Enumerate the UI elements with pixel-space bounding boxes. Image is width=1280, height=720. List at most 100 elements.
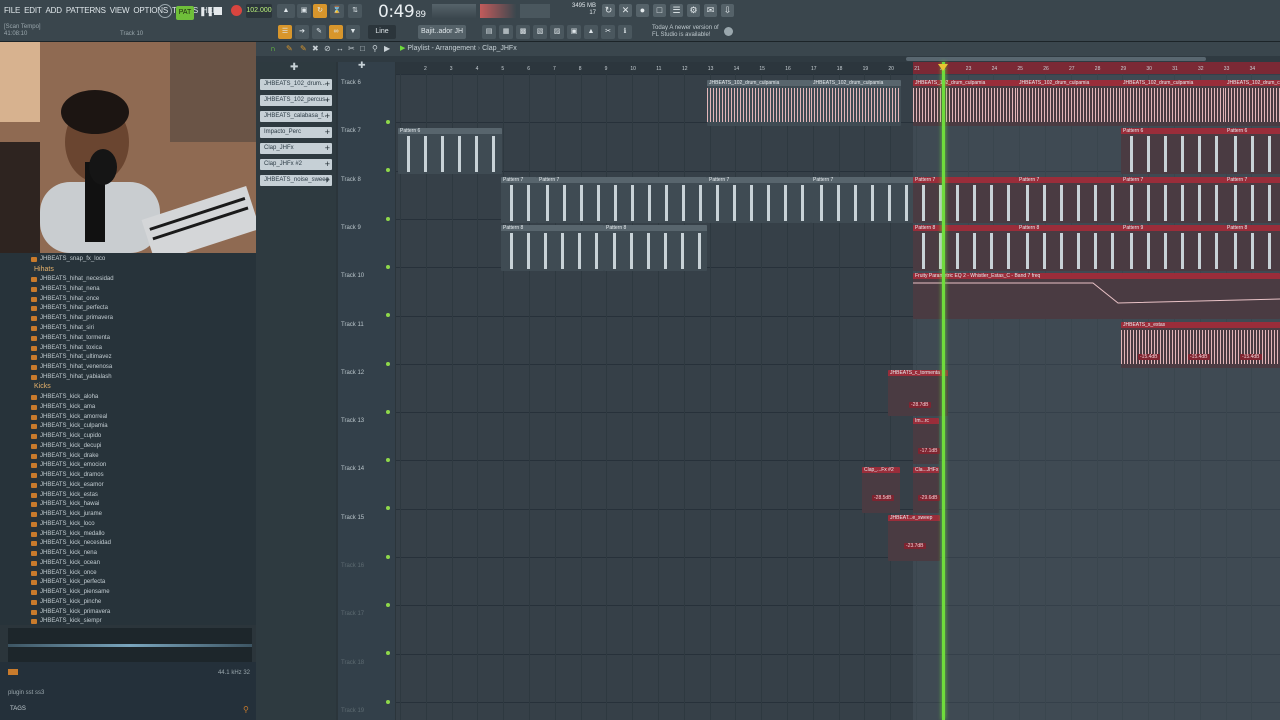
pattern-song-toggle[interactable]: PAT [176,6,194,20]
menu-edit[interactable]: EDIT [24,6,42,15]
channel-button[interactable]: JHBEATS_calabasa_f.. + [260,111,332,122]
channel-add-icon[interactable]: + [325,159,330,170]
playback-tool-icon[interactable]: ▶ [384,44,390,53]
microphone-icon[interactable]: ● [636,4,649,17]
browser-item-kick[interactable]: JHBEATS_kick_medallo [31,531,105,537]
channel-add-icon[interactable]: + [325,127,330,138]
playhead-marker-icon[interactable] [938,64,948,71]
zoom-tool-icon[interactable]: ⚲ [372,44,378,53]
playlist-clip[interactable]: Pattern 7 [501,177,537,223]
browser-item-hihat[interactable]: JHBEATS_hihat_perfecta [31,305,108,312]
master-pitch-slider[interactable] [520,4,550,18]
browser-item-kick[interactable]: JHBEATS_kick_hawai [30,501,99,508]
browser-item-kick[interactable]: JHBEATS_kick_decupi [30,443,101,449]
playlist-clip[interactable]: Pattern 7 [811,177,915,223]
playlist-clip[interactable]: JHBEATS_102_drum_culpamia [707,80,811,126]
browser-item-hihat[interactable]: JHBEATS_hihat_venenosa [30,364,112,371]
browser-item-snap[interactable]: JHBEATS_snap_fx_loco [30,256,105,262]
menu-patterns[interactable]: PATTERNS [66,6,106,15]
browser-item-kick[interactable]: JHBEATS_kick_estas [31,492,98,498]
track-label[interactable]: Track 13 [341,418,364,424]
track-label[interactable]: Track 10 [341,273,364,279]
playlist-clip[interactable]: Pattern 7 [1121,177,1225,223]
playlist-icon[interactable]: ▧ [533,25,547,39]
piano-roll-icon[interactable]: ▦ [499,25,513,39]
pattern-selector[interactable]: Bajit..ador JH [418,25,466,39]
track-label[interactable]: Track 9 [341,225,361,231]
track-mute-led-icon[interactable] [386,216,390,221]
track-mute-led-icon[interactable] [386,651,390,656]
slice-tool-icon[interactable]: ✂ [348,44,355,53]
track-label[interactable]: Track 6 [341,80,361,86]
browser-item-kick[interactable]: JHBEATS_kick_pinche [30,599,101,605]
playlist-clip[interactable]: Pattern 7 [537,177,707,223]
channel-add-icon[interactable]: + [325,79,330,90]
channel-add-icon[interactable]: + [325,111,330,122]
channel-rack-icon[interactable]: ▩ [516,25,530,39]
track-label[interactable]: Track 18 [341,660,364,666]
chat-icon[interactable]: ✉ [704,4,717,17]
browser-item-kick[interactable]: JHBEATS_kick_primavera [30,609,110,615]
orange-tag-icon[interactable] [8,669,18,675]
browser-item-kick[interactable]: JHBEATS_kick_perfecta [30,579,105,586]
folder-kicks[interactable]: Kicks [34,383,51,390]
play-icon[interactable]: ❚❚ [199,6,214,17]
playlist-clip[interactable]: Pattern 9 [1121,225,1225,271]
playlist-clip[interactable]: JHBEATS_102_drum_culpamia [1017,80,1121,126]
channel-button[interactable]: JHBEATS_102_drum... + [260,79,332,90]
browser-item-hihat[interactable]: JHBEATS_hihat_necesidad [31,276,114,282]
master-volume-slider[interactable] [480,4,516,18]
browser-item-kick[interactable]: JHBEATS_kick_loco [31,521,95,527]
browser-item-kick[interactable]: JHBEATS_kick_jurame [31,511,102,517]
browser-item-kick[interactable]: JHBEATS_kick_aloha [30,394,98,400]
channel-add-icon[interactable]: + [325,175,330,186]
sample-preview-waveform[interactable] [8,628,252,662]
folder-hihats[interactable]: Hihats [34,266,54,273]
track-mute-led-icon[interactable] [386,603,390,607]
save-icon[interactable]: □ [653,4,666,17]
playlist-clip[interactable]: JHBEATS_s_estas [1121,322,1280,368]
track-mute-led-icon[interactable] [386,409,390,414]
track-mute-led-icon[interactable] [386,361,390,366]
record-icon[interactable] [231,5,242,16]
playlist-clip[interactable]: Pattern 6 [398,128,502,174]
track-label[interactable]: Track 15 [341,515,364,521]
loop-record-icon[interactable]: ↻ [313,4,327,18]
snap-mode-select[interactable]: Line [368,25,396,39]
countdown-icon[interactable]: ⌛ [330,4,344,18]
channel-add-icon[interactable]: + [325,143,330,154]
add-channel-icon[interactable]: ✚ [290,62,298,73]
mute-tool-icon[interactable]: ⊘ [324,44,331,53]
browser-item-kick[interactable]: JHBEATS_kick_esamor [31,482,104,488]
browser-item-hihat[interactable]: JHBEATS_hihat_once [30,296,99,302]
refresh-icon[interactable]: ↻ [602,4,615,17]
channel-add-icon[interactable]: + [325,95,330,106]
track-mute-led-icon[interactable] [386,168,390,173]
browser-item-kick[interactable]: JHBEATS_kick_once [31,570,97,576]
track-label[interactable]: Track 14 [341,466,364,472]
playlist-clip[interactable]: JHBEATS_102_drum_culpamia [1225,80,1280,126]
browser-item-kick[interactable]: JHBEATS_kick_emocion [30,462,106,469]
browser-item-hihat[interactable]: JHBEATS_hihat_yabialash [31,374,112,380]
tags-label[interactable]: TAGS [10,706,26,712]
playlist-play-icon[interactable]: ▶ [400,45,405,52]
metronome-icon[interactable] [158,4,172,18]
channel-button[interactable]: Clap_JHFx #2 + [260,159,332,170]
track-label[interactable]: Track 16 [341,563,364,569]
track-mute-led-icon[interactable] [386,120,390,124]
stop-icon[interactable] [214,7,222,15]
playlist-clip[interactable]: Pattern 6 [1121,128,1225,174]
playlist-clip[interactable]: Pattern 7 [707,177,811,223]
automation-curve[interactable] [913,273,1280,319]
browser-item-hihat[interactable]: JHBEATS_hihat_toxica [31,345,102,351]
browser-item-kick[interactable]: JHBEATS_kick_necesidad [31,540,111,547]
news-close-icon[interactable] [724,27,733,36]
news-panel[interactable]: Today A newer version of FL Studio is ava… [652,25,719,39]
browser-item-kick[interactable]: JHBEATS_kick_amorreal [30,414,107,420]
pencil-tool-icon[interactable]: ✎ [286,44,293,53]
playlist-clip[interactable]: JHBEAT...e_sweep [888,515,940,561]
browser-item-kick[interactable]: JHBEATS_kick_piensame [31,589,110,595]
song-position[interactable]: 0:4989 [378,2,426,22]
link-icon[interactable]: ∞ [329,25,343,39]
menu-arrow-icon[interactable]: ☰ [278,25,292,39]
